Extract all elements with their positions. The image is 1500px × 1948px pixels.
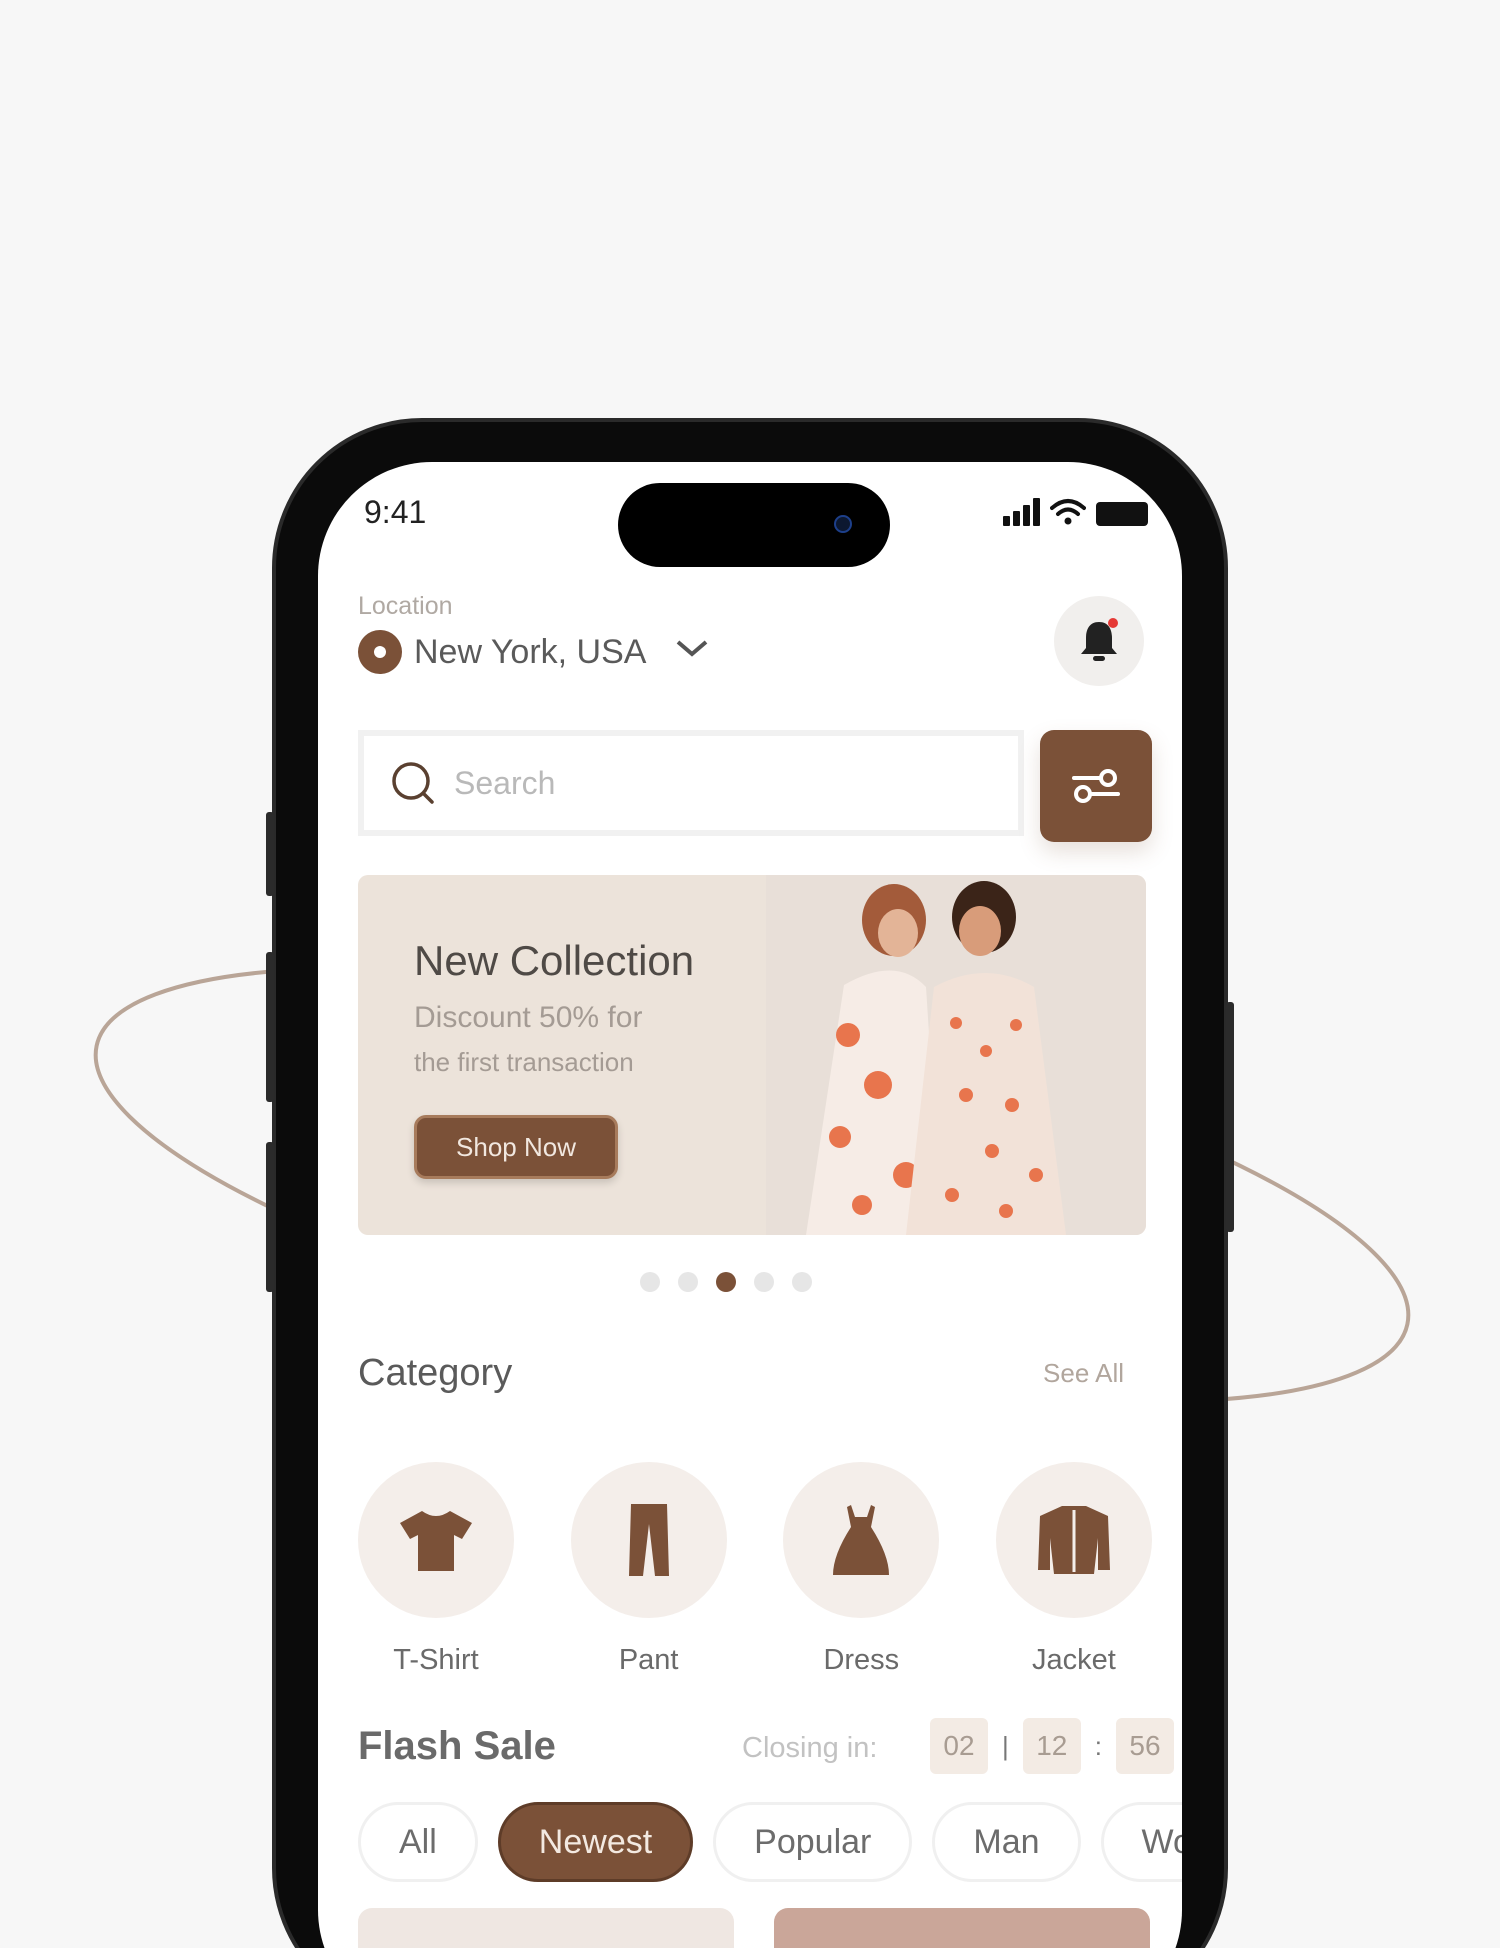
category-item-pant[interactable]: Pant	[570, 1462, 727, 1677]
timer-separator: |	[1002, 1730, 1009, 1761]
location-label: Location	[358, 592, 453, 620]
product-grid	[358, 1908, 1150, 1948]
camera-icon	[834, 515, 852, 533]
carousel-dot-active[interactable]	[716, 1272, 736, 1292]
category-list: T-Shirt Pant Dress Jacket	[358, 1462, 1152, 1677]
category-circle	[995, 1462, 1152, 1618]
category-item-tshirt[interactable]: T-Shirt	[358, 1462, 514, 1677]
search-bar[interactable]	[358, 730, 1024, 836]
carousel-dot[interactable]	[678, 1272, 698, 1292]
chip-all[interactable]: All	[358, 1802, 478, 1882]
category-circle	[358, 1462, 514, 1618]
category-title: Category	[358, 1352, 513, 1394]
location-pin-icon	[358, 630, 402, 674]
search-input[interactable]	[454, 764, 954, 802]
signal-icon	[1003, 498, 1040, 526]
category-label: Dress	[823, 1644, 900, 1676]
product-card[interactable]	[774, 1908, 1150, 1948]
chip-newest[interactable]: Newest	[497, 1802, 694, 1882]
closing-label: Closing in:	[742, 1732, 878, 1764]
shop-now-button[interactable]: Shop Now	[414, 1115, 618, 1179]
sliders-icon	[1072, 769, 1120, 803]
wifi-icon	[1050, 499, 1086, 525]
banner-photo	[766, 875, 1146, 1235]
phone-side-button	[266, 952, 274, 1102]
category-circle	[570, 1462, 727, 1618]
battery-icon	[1096, 502, 1148, 526]
filter-button[interactable]	[1040, 730, 1152, 842]
notification-dot	[1108, 618, 1118, 628]
carousel-indicator	[640, 1272, 812, 1292]
timer-seconds: 56	[1116, 1718, 1174, 1774]
phone-frame: 9:41 Location New York, USA Search New C…	[266, 418, 1234, 1948]
chip-popular[interactable]: Popular	[713, 1802, 913, 1882]
tshirt-icon	[400, 1511, 472, 1571]
pants-icon	[628, 1504, 669, 1576]
timer-separator: :	[1094, 1730, 1102, 1761]
status-icons	[1003, 498, 1148, 526]
models-image	[806, 881, 1066, 1235]
location-value: New York, USA	[414, 632, 647, 671]
jacket-icon	[1037, 1506, 1110, 1574]
phone-side-button	[1226, 1002, 1234, 1232]
category-item-dress[interactable]: Dress	[783, 1462, 940, 1677]
flash-sale-title: Flash Sale	[358, 1724, 556, 1768]
app-screen: 9:41 Location New York, USA Search New C…	[318, 462, 1182, 1948]
dress-icon	[833, 1505, 890, 1575]
phone-side-button	[266, 1142, 274, 1292]
carousel-dot[interactable]	[640, 1272, 660, 1292]
product-card[interactable]	[358, 1908, 734, 1948]
category-circle	[783, 1462, 940, 1618]
category-label: T-Shirt	[393, 1644, 479, 1676]
countdown-timer: 02 | 12 : 56	[930, 1718, 1174, 1774]
chip-man[interactable]: Man	[932, 1802, 1081, 1882]
dynamic-island	[618, 483, 890, 567]
status-time: 9:41	[364, 494, 427, 530]
notification-button[interactable]	[1054, 596, 1144, 686]
filter-chips: All Newest Popular Man Wo	[358, 1802, 1182, 1882]
chip-woman[interactable]: Wo	[1100, 1802, 1182, 1882]
location-selector[interactable]: New York, USA	[358, 630, 710, 674]
banner-subtitle-second-line: the first transaction	[414, 1047, 634, 1077]
promo-banner[interactable]: New Collection Discount 50% for the firs…	[358, 875, 1146, 1235]
category-item-jacket[interactable]: Jacket	[995, 1462, 1152, 1677]
search-icon	[392, 762, 434, 804]
phone-side-button	[266, 812, 274, 896]
category-label: Jacket	[1032, 1644, 1116, 1676]
banner-subtitle: Discount 50% for	[414, 1001, 643, 1034]
category-label: Pant	[618, 1644, 679, 1676]
timer-hours: 02	[930, 1718, 988, 1774]
see-all-link[interactable]: See All	[1043, 1358, 1124, 1389]
banner-title: New Collection	[414, 937, 695, 984]
timer-minutes: 12	[1022, 1718, 1081, 1774]
carousel-dot[interactable]	[792, 1272, 812, 1292]
chevron-down-icon[interactable]	[674, 638, 710, 667]
carousel-dot[interactable]	[754, 1272, 774, 1292]
